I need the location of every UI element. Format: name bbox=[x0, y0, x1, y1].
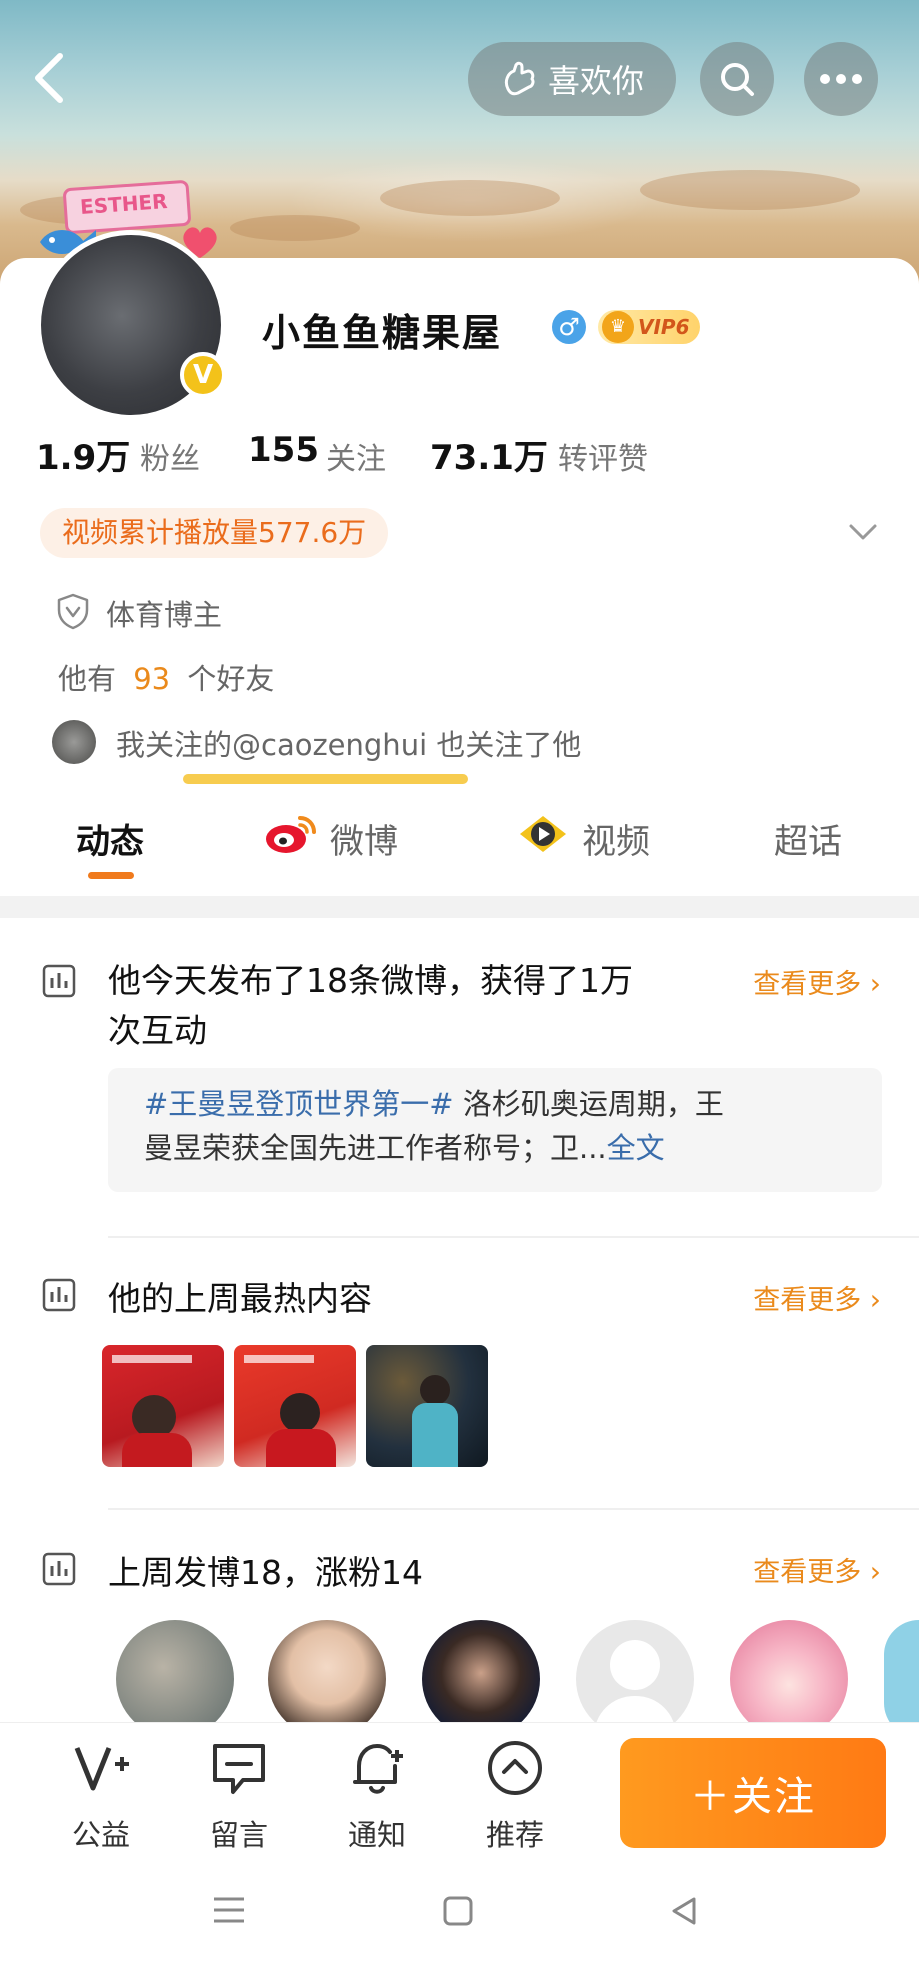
notify-button[interactable]: 通知 bbox=[322, 1738, 432, 1868]
following-count[interactable]: 155 bbox=[248, 430, 319, 470]
bell-icon bbox=[353, 1743, 403, 1794]
view-more-label: 查看更多 bbox=[753, 969, 862, 1000]
chevron-right-icon: › bbox=[869, 1555, 881, 1588]
chart-icon bbox=[42, 1278, 76, 1312]
charity-icon bbox=[74, 1747, 129, 1791]
engagement-label[interactable]: 转评赞 bbox=[558, 434, 648, 478]
recommend-button[interactable]: 推荐 bbox=[460, 1738, 570, 1868]
new-fan-avatar[interactable] bbox=[884, 1620, 919, 1738]
hot-content-title: 他的上周最热内容 bbox=[108, 1279, 372, 1318]
back-icon[interactable] bbox=[30, 50, 70, 106]
weibo-icon bbox=[266, 816, 316, 853]
tab-video[interactable]: 视频 bbox=[582, 814, 650, 863]
post-text-a: 洛杉矶奥运周期，王 bbox=[453, 1087, 724, 1121]
divider bbox=[108, 1236, 919, 1238]
profile-name: 小鱼鱼糖果屋 bbox=[262, 311, 503, 355]
post-preview-text: #王曼昱登顶世界第一# 洛杉矶奥运周期，王曼昱荣获全国先进工作者称号；卫...全… bbox=[144, 1082, 858, 1170]
message-icon bbox=[213, 1744, 265, 1794]
post-text-b: 曼昱荣获全国先进工作者称号；卫... bbox=[144, 1131, 607, 1165]
daily-summary-line2: 次互动 bbox=[108, 1011, 207, 1050]
verified-badge-icon: V bbox=[180, 352, 226, 398]
crown-icon: ♛ bbox=[602, 311, 634, 343]
hot-content-thumbnail[interactable] bbox=[366, 1345, 488, 1467]
view-more-label: 查看更多 bbox=[753, 1557, 862, 1588]
like-you-button[interactable]: 喜欢你 bbox=[468, 42, 676, 116]
male-gender-icon: ♂ bbox=[552, 310, 586, 344]
menu-icon[interactable] bbox=[212, 1895, 246, 1925]
daily-summary-title: 他今天发布了18条微博，获得了1万 次互动 bbox=[108, 956, 633, 1056]
chevron-down-icon[interactable] bbox=[848, 522, 878, 542]
recommend-label: 推荐 bbox=[485, 1818, 544, 1852]
chevron-right-icon: › bbox=[869, 1283, 881, 1316]
video-icon bbox=[520, 816, 566, 852]
full-text-link[interactable]: 全文 bbox=[607, 1131, 665, 1165]
new-fan-avatar-placeholder[interactable] bbox=[576, 1620, 694, 1738]
message-button[interactable]: 留言 bbox=[184, 1738, 294, 1868]
tab-active-indicator bbox=[88, 872, 134, 879]
vip-label: VIP6 bbox=[638, 315, 690, 339]
highlight-underline bbox=[183, 774, 468, 784]
video-plays-pill[interactable]: 视频累计播放量577.6万 bbox=[40, 508, 389, 558]
new-fan-avatar[interactable] bbox=[268, 1620, 386, 1738]
follow-button[interactable]: ＋关注 bbox=[620, 1738, 886, 1848]
recommend-icon bbox=[488, 1741, 542, 1795]
message-label: 留言 bbox=[209, 1818, 268, 1852]
new-fan-avatar[interactable] bbox=[116, 1620, 234, 1738]
hand-heart-icon bbox=[504, 61, 535, 96]
following-label[interactable]: 关注 bbox=[326, 434, 386, 478]
home-icon[interactable] bbox=[442, 1895, 474, 1927]
hashtag-link[interactable]: #王曼昱登顶世界第一# bbox=[144, 1087, 454, 1121]
hot-content-thumbnail[interactable] bbox=[234, 1345, 356, 1467]
post-preview-card[interactable]: #王曼昱登顶世界第一# 洛杉矶奥运周期，王曼昱荣获全国先进工作者称号；卫...全… bbox=[108, 1068, 882, 1192]
view-more-link-3[interactable]: 查看更多 › bbox=[753, 1550, 881, 1589]
weekly-stats-title: 上周发博18，涨粉14 bbox=[108, 1553, 423, 1592]
tab-super-topic[interactable]: 超话 bbox=[774, 814, 842, 863]
fans-count[interactable]: 1.9万 bbox=[36, 430, 130, 479]
vip-badge[interactable]: ♛ VIP6 bbox=[598, 310, 700, 344]
more-options-button[interactable] bbox=[804, 42, 878, 116]
search-button[interactable] bbox=[700, 42, 774, 116]
category-label: 体育博主 bbox=[106, 598, 223, 632]
new-fan-avatar[interactable] bbox=[730, 1620, 848, 1738]
mutual-avatar bbox=[52, 720, 96, 764]
mutual-follow-text[interactable]: 我关注的@caozenghui 也关注了他 bbox=[116, 722, 581, 764]
view-more-link-2[interactable]: 查看更多 › bbox=[753, 1278, 881, 1317]
more-icon bbox=[820, 74, 862, 84]
hot-content-thumbnail[interactable] bbox=[102, 1345, 224, 1467]
tab-feed[interactable]: 动态 bbox=[76, 814, 144, 863]
friends-count: 93 bbox=[133, 662, 171, 696]
charity-button[interactable]: 公益 bbox=[46, 1738, 156, 1868]
engagement-count[interactable]: 73.1万 bbox=[430, 430, 548, 479]
friends-row[interactable]: 他有 93 个好友 bbox=[58, 656, 274, 698]
section-divider bbox=[0, 896, 919, 918]
friends-suffix: 个好友 bbox=[187, 662, 275, 696]
tab-weibo[interactable]: 微博 bbox=[330, 814, 398, 863]
new-fan-avatar[interactable] bbox=[422, 1620, 540, 1738]
chevron-right-icon: › bbox=[869, 967, 881, 1000]
friends-prefix: 他有 bbox=[58, 662, 117, 696]
fans-label[interactable]: 粉丝 bbox=[140, 434, 200, 478]
divider bbox=[108, 1508, 919, 1510]
daily-summary-line1: 他今天发布了18条微博，获得了1万 bbox=[108, 961, 633, 1000]
chart-icon bbox=[42, 1552, 76, 1586]
notify-label: 通知 bbox=[347, 1818, 406, 1852]
shield-icon bbox=[57, 593, 89, 630]
view-more-label: 查看更多 bbox=[753, 1285, 862, 1316]
charity-label: 公益 bbox=[71, 1818, 130, 1852]
back-nav-icon[interactable] bbox=[668, 1895, 700, 1927]
chart-icon bbox=[42, 964, 76, 998]
like-you-label: 喜欢你 bbox=[547, 62, 644, 100]
view-more-link-1[interactable]: 查看更多 › bbox=[753, 962, 881, 1001]
default-user-icon bbox=[610, 1640, 660, 1690]
search-icon bbox=[721, 63, 754, 96]
